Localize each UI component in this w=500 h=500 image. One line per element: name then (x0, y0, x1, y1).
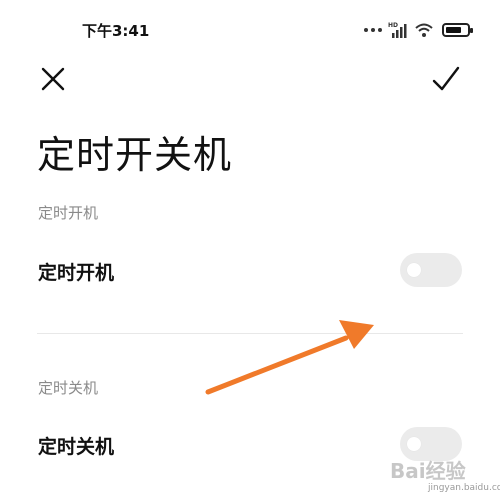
watermark-brand: Bai经验 (390, 459, 466, 483)
power-off-label: 定时关机 (38, 436, 115, 458)
wifi-icon (415, 23, 433, 37)
toggle-knob (407, 437, 421, 451)
page-title: 定时开关机 (37, 133, 233, 177)
hd-label: HD (388, 22, 398, 29)
status-time: 下午3:41 (82, 22, 150, 40)
more-dots-icon (364, 28, 382, 32)
section-header-power-on: 定时开机 (38, 204, 99, 222)
power-on-toggle[interactable] (400, 253, 462, 287)
power-on-label: 定时开机 (38, 262, 115, 284)
close-button[interactable] (36, 62, 70, 96)
divider (37, 333, 463, 334)
confirm-button[interactable] (428, 62, 464, 96)
watermark-domain: jingyan.baidu.com (428, 483, 500, 493)
battery-icon (442, 23, 473, 37)
section-header-power-off: 定时关机 (38, 379, 99, 397)
status-icons: HD (364, 20, 473, 40)
annotation-arrow (205, 320, 374, 395)
hd-cellular-signal-icon: HD (388, 22, 407, 38)
checkmark-icon (432, 66, 460, 91)
close-icon (41, 67, 65, 91)
battery-fill (446, 27, 461, 33)
toggle-knob (407, 263, 421, 277)
